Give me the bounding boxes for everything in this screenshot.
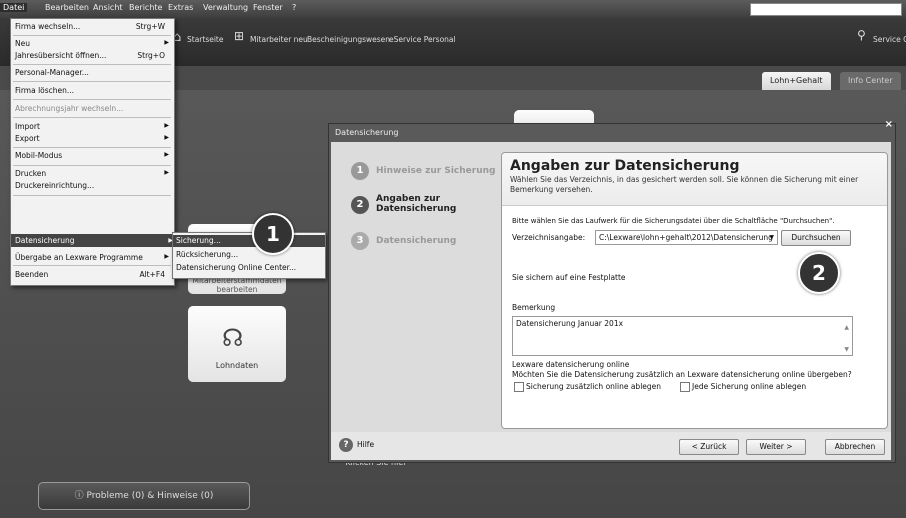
- tile-lohndaten[interactable]: ☊ Lohndaten: [188, 306, 286, 382]
- submenu-arrow-icon: ▶: [164, 253, 169, 260]
- submenu-item-ruecksicherung[interactable]: Rücksicherung...: [176, 250, 322, 259]
- menu-verwaltung[interactable]: Verwaltung: [203, 3, 248, 12]
- chevron-down-icon: ▼: [769, 234, 774, 241]
- menu-bearbeiten[interactable]: Bearbeiten: [45, 3, 89, 12]
- tab-info-center[interactable]: Info Center: [840, 72, 901, 90]
- step-2-label: Angaben zur Datensicherung: [376, 194, 457, 214]
- close-icon[interactable]: ×: [885, 119, 893, 130]
- dialog-title: Datensicherung: [335, 128, 399, 137]
- step-3-label: Datensicherung: [376, 236, 457, 246]
- toolbar-bescheinigungswesen[interactable]: Bescheinigungswesen: [307, 35, 390, 44]
- zurueck-button[interactable]: < Zurück: [679, 439, 739, 455]
- bemerkung-label: Bemerkung: [512, 303, 556, 312]
- verzeichnis-select[interactable]: C:\Lexware\lohn+gehalt\2012\Datensicheru…: [595, 230, 778, 245]
- checkbox-jede-label: Jede Sicherung online ablegen: [692, 382, 807, 391]
- hilfe-link[interactable]: Hilfe: [357, 440, 374, 449]
- menu-item-druckereinrichtung[interactable]: Druckereinrichtung...: [15, 181, 171, 190]
- submenu-arrow-icon: ▶: [164, 39, 169, 46]
- submenu-item-online-center[interactable]: Datensicherung Online Center...: [176, 263, 322, 272]
- add-employee-icon[interactable]: ⊞: [234, 29, 244, 43]
- step-3-circle: 3: [351, 232, 369, 250]
- submenu-arrow-icon: ▶: [164, 134, 169, 141]
- lohndaten-icon: ☊: [222, 324, 244, 352]
- probleme-button[interactable]: ⓘ Probleme (0) & Hinweise (0): [38, 482, 250, 510]
- menu-item-mobil-modus[interactable]: Mobil-Modus ▶: [15, 151, 171, 160]
- callout-badge-1: 1: [252, 213, 294, 255]
- instruction-text: Bitte wählen Sie das Laufwerk für die Si…: [512, 217, 835, 225]
- scroll-up-icon[interactable]: ▲: [844, 321, 849, 334]
- durchsuchen-button[interactable]: Durchsuchen: [781, 230, 851, 246]
- menu-item-personal-manager[interactable]: Personal-Manager...: [15, 68, 171, 77]
- festplatte-info: Sie sichern auf eine Festplatte: [512, 273, 626, 282]
- submenu-arrow-icon: ▶: [164, 122, 169, 129]
- dialog-footer: ? Hilfe < Zurück Weiter > Abbrechen: [331, 432, 891, 460]
- menu-item-firma-wechseln[interactable]: Firma wechseln... Strg+W: [15, 22, 171, 31]
- submenu-item-sicherung[interactable]: Sicherung...: [173, 235, 325, 247]
- panel-header: Angaben zur Datensicherung Wählen Sie da…: [502, 153, 887, 206]
- toolbar-startseite[interactable]: Startseite: [187, 35, 223, 44]
- info-icon: ⓘ: [74, 491, 84, 501]
- menu-item-jahresuebersicht[interactable]: Jahresübersicht öffnen... Strg+O: [15, 51, 171, 60]
- menu-item-export[interactable]: Export ▶: [15, 134, 171, 143]
- verzeichnis-label: Verzeichnisangabe:: [512, 233, 586, 242]
- tile-lohndaten-label: Lohndaten: [215, 361, 259, 370]
- checkbox-zusaetzlich-label: Sicherung zusätzlich online ablegen: [526, 382, 662, 391]
- menu-item-datensicherung[interactable]: Datensicherung ▶: [11, 234, 175, 247]
- menu-item-firma-loeschen[interactable]: Firma löschen...: [15, 86, 171, 95]
- scroll-down-icon[interactable]: ▼: [844, 343, 849, 356]
- page-subtitle: Wählen Sie das Verzeichnis, in das gesic…: [510, 175, 859, 194]
- toolbar-eservice[interactable]: eService Personal: [389, 35, 456, 44]
- callout-badge-2: 2: [798, 252, 840, 294]
- menu-help[interactable]: ?: [292, 3, 296, 12]
- menu-item-neu[interactable]: Neu ▶: [15, 39, 171, 48]
- search-input[interactable]: [750, 3, 902, 16]
- toolbar-mitarbeiter-neu[interactable]: Mitarbeiter neu: [250, 35, 308, 44]
- probleme-label: Probleme (0) & Hinweise (0): [86, 491, 214, 501]
- tab-lohn-gehalt[interactable]: Lohn+Gehalt: [762, 72, 831, 90]
- datei-dropdown-menu: Firma wechseln... Strg+W Neu ▶ Jahresübers…: [10, 18, 175, 286]
- abbrechen-button[interactable]: Abbrechen: [825, 439, 885, 455]
- toolbar-service[interactable]: Service C: [873, 35, 906, 44]
- menu-berichte[interactable]: Berichte: [129, 3, 162, 12]
- online-title: Lexware datensicherung online: [512, 360, 630, 369]
- menu-fenster[interactable]: Fenster: [253, 3, 283, 12]
- menu-item-import[interactable]: Import ▶: [15, 122, 171, 131]
- menu-item-uebergabe[interactable]: Übergabe an Lexware Programme ▶: [15, 253, 171, 262]
- menu-datei[interactable]: Datei: [0, 3, 28, 12]
- checkbox-zusaetzlich[interactable]: [514, 382, 524, 392]
- menu-item-beenden[interactable]: Beenden Alt+F4: [15, 270, 171, 279]
- menu-bar: Datei Bearbeiten Ansicht Berichte Extras…: [0, 0, 906, 18]
- checkbox-jede[interactable]: [680, 382, 690, 392]
- online-question: Möchten Sie die Datensicherung zusätzlic…: [512, 370, 852, 379]
- step-1-label: Hinweise zur Sicherung: [376, 166, 496, 176]
- submenu-arrow-icon: ▶: [164, 151, 169, 158]
- datensicherung-submenu: Sicherung... Rücksicherung... Datensiche…: [172, 232, 326, 279]
- page-title: Angaben zur Datensicherung: [510, 158, 740, 174]
- step-2-circle: 2: [351, 196, 369, 214]
- menu-item-drucken[interactable]: Drucken ▶: [15, 169, 171, 178]
- weiter-button[interactable]: Weiter >: [746, 439, 806, 455]
- menu-extras[interactable]: Extras: [168, 3, 193, 12]
- help-icon[interactable]: ?: [339, 438, 353, 452]
- datensicherung-dialog: Datensicherung × 1 Hinweise zur Sicherun…: [328, 119, 896, 463]
- menu-ansicht[interactable]: Ansicht: [93, 3, 123, 12]
- bemerkung-textarea[interactable]: Datensicherung Januar 201x ▲ ▼: [512, 316, 853, 356]
- step-1-circle: 1: [351, 162, 369, 180]
- service-icon[interactable]: ⚲: [857, 28, 866, 42]
- menu-item-abrechnungsjahr[interactable]: Abrechnungsjahr wechseln...: [15, 104, 171, 113]
- submenu-arrow-icon: ▶: [164, 169, 169, 176]
